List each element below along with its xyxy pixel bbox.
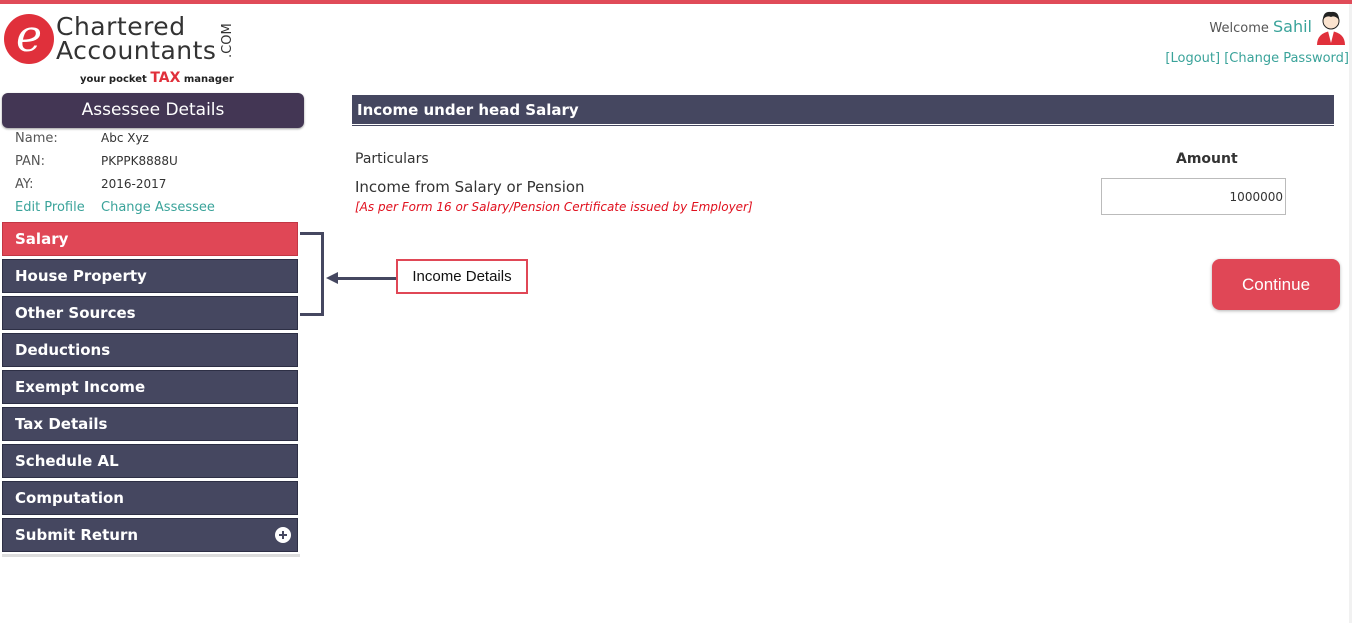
logo-tagline-post: manager [183,74,234,85]
change-assessee-link[interactable]: Change Assessee [101,200,215,215]
section-divider [352,125,1334,126]
sidebar-item-label: Submit Return [15,526,139,544]
salary-row-label: Income from Salary or Pension [355,178,585,196]
annotation-bracket [300,232,324,316]
plus-circle-icon[interactable] [275,527,291,543]
user-avatar-icon [1314,9,1348,45]
logout-link[interactable]: [Logout] [1165,51,1220,66]
info-value: 2016-2017 [101,177,167,191]
sidebar-item-tax-details[interactable]: Tax Details [2,407,298,441]
info-label: PAN: [15,154,46,169]
income-details-callout: Income Details [396,259,528,294]
edit-profile-link[interactable]: Edit Profile [15,200,85,215]
assessee-details-header: Assessee Details [2,93,304,128]
welcome-label: Welcome [1209,21,1269,36]
sidebar-item-deductions[interactable]: Deductions [2,333,298,367]
info-label: Name: [15,131,58,146]
sidebar-item-other-sources[interactable]: Other Sources [2,296,298,330]
column-header-amount: Amount [1176,151,1238,167]
arrow-left-icon [326,272,338,284]
column-header-particulars: Particulars [355,151,429,167]
continue-button[interactable]: Continue [1212,259,1340,310]
section-title: Income under head Salary [352,95,1334,124]
welcome-message: Welcome Sahil [1209,17,1312,36]
user-name: Sahil [1273,17,1312,36]
logo-tagline-pre: your pocket [80,74,147,85]
sidebar-item-salary[interactable]: Salary [2,222,298,256]
change-password-link[interactable]: [Change Password] [1224,51,1349,66]
account-links: [Logout] [Change Password] [1165,51,1349,66]
logo-e-mark: e [4,14,54,64]
sidebar-item-schedule-al[interactable]: Schedule AL [2,444,298,478]
salary-row-note: [As per Form 16 or Salary/Pension Certif… [355,200,753,214]
top-accent-line [0,0,1352,4]
sidebar-item-exempt-income[interactable]: Exempt Income [2,370,298,404]
sidebar-item-house-property[interactable]: House Property [2,259,298,293]
info-label: AY: [15,177,34,192]
salary-amount-input[interactable] [1101,178,1286,215]
site-logo[interactable]: e Chartered Accountants .COM your pocket… [4,12,244,86]
logo-tagline: your pocket TAX manager [80,70,234,86]
info-value: PKPPK8888U [101,154,178,168]
logo-suffix: .COM [220,23,235,58]
sidebar-bottom-divider [2,554,300,557]
sidebar-item-submit-return[interactable]: Submit Return [2,518,298,552]
annotation-arrow-line [332,277,396,280]
logo-tagline-tax: TAX [150,70,181,86]
info-value: Abc Xyz [101,131,149,145]
sidebar-item-computation[interactable]: Computation [2,481,298,515]
logo-text-line2: Accountants [56,36,217,65]
